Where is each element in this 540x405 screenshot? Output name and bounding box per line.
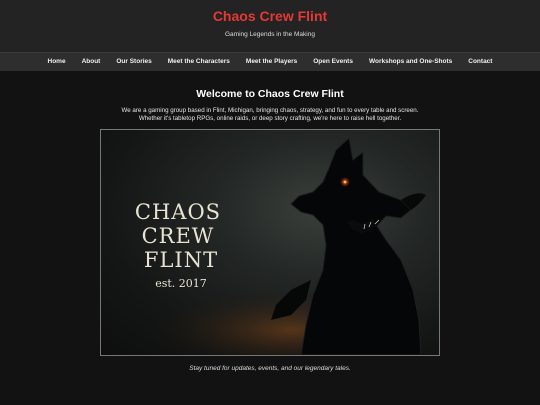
nav-meet-the-players[interactable]: Meet the Players [238, 53, 305, 71]
nav-workshops[interactable]: Workshops and One-Shots [361, 53, 460, 71]
nav-home[interactable]: Home [40, 53, 74, 71]
site-header: Chaos Crew Flint Gaming Legends in the M… [0, 0, 540, 52]
nav-open-events[interactable]: Open Events [305, 53, 361, 71]
hero-image: CHAOS CREW FLINT est. 2017 [100, 129, 440, 356]
hero-logo-text: CHAOS CREW FLINT est. 2017 [101, 200, 261, 290]
nav-meet-the-characters[interactable]: Meet the Characters [160, 53, 238, 71]
hero-title-line-2: FLINT [143, 248, 219, 272]
main-content: Welcome to Chaos Crew Flint We are a gam… [0, 71, 540, 373]
wolf-eye [340, 177, 350, 187]
site-title: Chaos Crew Flint [212, 8, 328, 24]
nav-about[interactable]: About [74, 53, 109, 71]
nav-our-stories[interactable]: Our Stories [108, 53, 159, 71]
main-nav: Home About Our Stories Meet the Characte… [0, 52, 540, 71]
welcome-heading: Welcome to Chaos Crew Flint [196, 88, 344, 100]
site-tagline: Gaming Legends in the Making [225, 31, 315, 38]
nav-contact[interactable]: Contact [460, 53, 500, 71]
hero-title-line-1: CHAOS CREW [134, 200, 222, 248]
footer-note: Stay tuned for updates, events, and our … [189, 365, 351, 372]
intro-line-1: We are a gaming group based in Flint, Mi… [121, 107, 419, 114]
intro-text: We are a gaming group based in Flint, Mi… [100, 107, 440, 122]
intro-line-2: Whether it's tabletop RPGs, online raids… [138, 114, 402, 122]
hero-established: est. 2017 [155, 277, 207, 290]
